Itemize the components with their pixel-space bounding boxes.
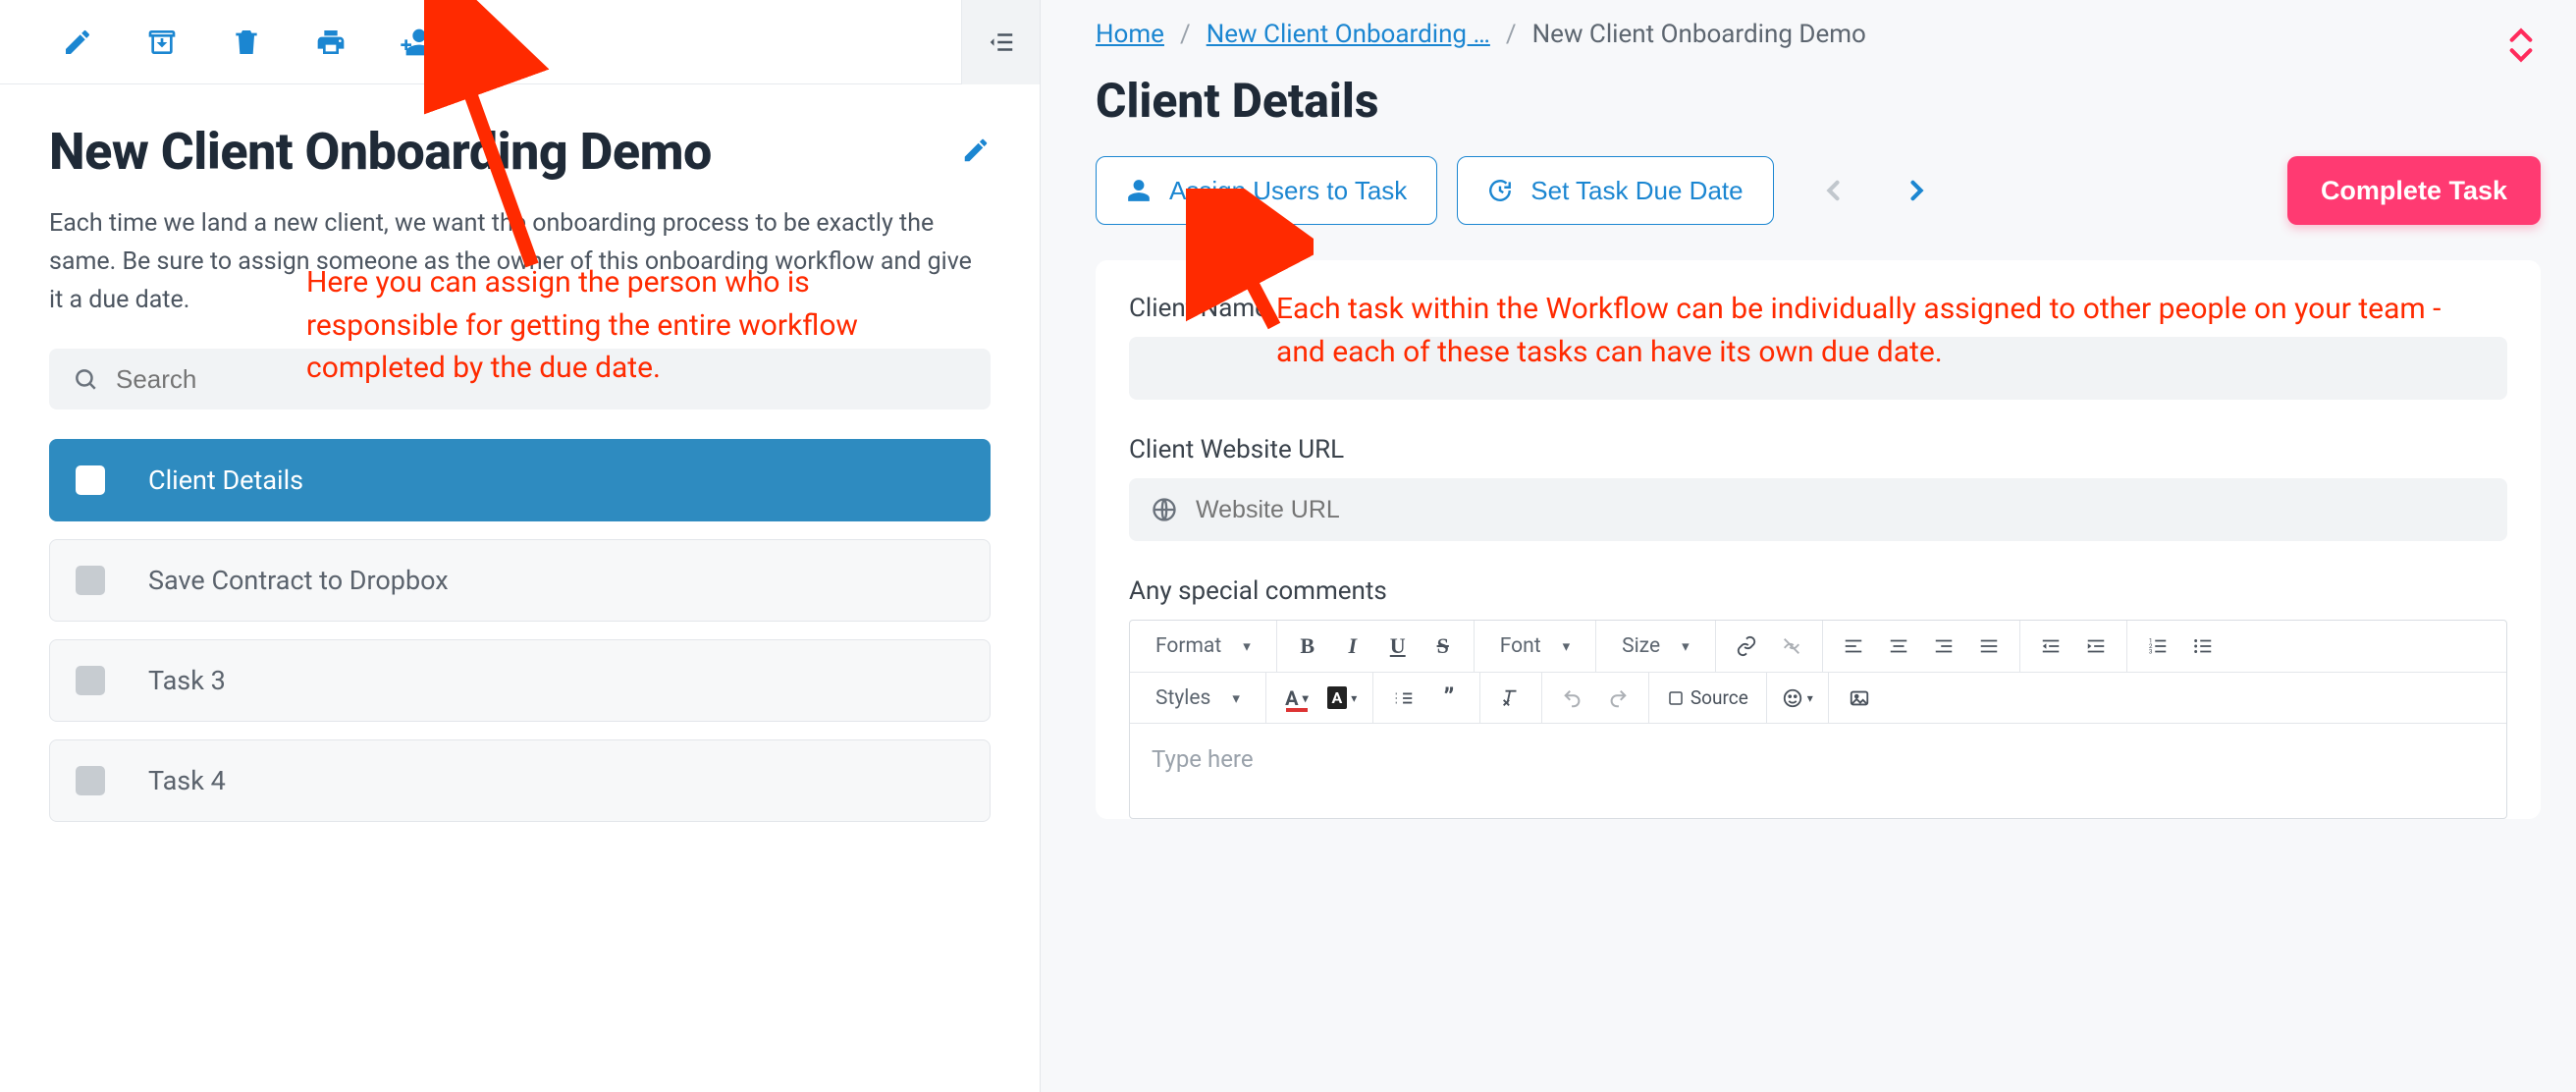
rte-italic-icon[interactable]: I	[1334, 628, 1371, 664]
rte-size-select[interactable]: Size▾	[1608, 634, 1703, 658]
trash-icon[interactable]	[204, 13, 289, 72]
annotation-left: Here you can assign the person who is re…	[306, 261, 954, 390]
rte-undo-icon[interactable]	[1554, 681, 1591, 716]
rte-strike-icon[interactable]: S	[1424, 628, 1462, 664]
complete-task-button[interactable]: Complete Task	[2287, 156, 2541, 225]
rte-blockquote-icon[interactable]: ”	[1430, 681, 1468, 716]
checkbox-icon[interactable]	[76, 766, 105, 795]
client-website-label: Client Website URL	[1129, 435, 2507, 464]
action-row: Assign Users to Task Set Task Due Date C…	[1096, 156, 2541, 225]
rte-format-select[interactable]: Format▾	[1142, 634, 1264, 658]
task-label: Client Details	[148, 464, 303, 496]
rte-align-justify-icon[interactable]	[1970, 628, 2008, 664]
archive-icon[interactable]	[120, 13, 204, 72]
next-task-arrow[interactable]	[1894, 168, 1939, 213]
rte-font-select[interactable]: Font▾	[1486, 634, 1583, 658]
client-website-wrapper[interactable]	[1129, 478, 2507, 541]
client-website-input[interactable]	[1196, 496, 2486, 524]
collapse-left-icon[interactable]	[961, 0, 1040, 84]
rte-hr-icon[interactable]	[1385, 681, 1422, 716]
globe-icon	[1151, 496, 1178, 523]
rte-bold-icon[interactable]: B	[1289, 628, 1326, 664]
edit-title-icon[interactable]	[961, 136, 991, 169]
rte-clear-format-icon[interactable]	[1492, 681, 1530, 716]
rte-redo-icon[interactable]	[1599, 681, 1637, 716]
rte-toolbar: Format▾ B I U S Font▾ Size▾	[1130, 621, 2506, 724]
annotation-right: Each task within the Workflow can be ind…	[1276, 288, 2484, 373]
prev-task-arrow	[1811, 168, 1856, 213]
clock-refresh-icon	[1487, 178, 1513, 203]
rte-emoji-icon[interactable]: ▾	[1779, 681, 1816, 716]
rte-styles-select[interactable]: Styles▾	[1142, 686, 1254, 710]
task-item[interactable]: Client Details	[49, 439, 991, 521]
rte-bg-color-icon[interactable]: A▾	[1323, 681, 1361, 716]
breadcrumb-home[interactable]: Home	[1096, 20, 1164, 49]
rte-unlink-icon[interactable]	[1773, 628, 1810, 664]
set-due-date-button[interactable]: Set Task Due Date	[1457, 156, 1773, 225]
history-icon[interactable]	[457, 13, 542, 72]
rte-link-icon[interactable]	[1728, 628, 1765, 664]
task-item[interactable]: Task 3	[49, 639, 991, 722]
rte-bullet-list-icon[interactable]	[2184, 628, 2222, 664]
rte-align-left-icon[interactable]	[1835, 628, 1872, 664]
rich-text-editor: Format▾ B I U S Font▾ Size▾	[1129, 620, 2507, 819]
rte-align-right-icon[interactable]	[1925, 628, 1962, 664]
rte-underline-icon[interactable]: U	[1379, 628, 1417, 664]
right-pane: Home / New Client Onboarding … / New Cli…	[1041, 0, 2576, 1092]
task-label: Task 3	[148, 665, 226, 696]
rte-source-button[interactable]: Source	[1661, 686, 1754, 709]
section-title: Client Details	[1096, 73, 2541, 129]
rte-outdent-icon[interactable]	[2032, 628, 2069, 664]
user-icon	[1126, 178, 1152, 203]
rte-image-icon[interactable]	[1841, 681, 1878, 716]
svg-text:3: 3	[2148, 647, 2152, 655]
workflow-title: New Client Onboarding Demo	[49, 122, 712, 182]
checkbox-icon[interactable]	[76, 666, 105, 695]
rte-numbered-list-icon[interactable]: 123	[2139, 628, 2176, 664]
breadcrumb-current: New Client Onboarding Demo	[1532, 20, 1866, 49]
task-list: Client Details Save Contract to Dropbox Ta…	[49, 439, 991, 822]
breadcrumb: Home / New Client Onboarding … / New Cli…	[1096, 20, 2541, 49]
task-label: Task 4	[148, 765, 226, 796]
assign-user-icon[interactable]	[373, 13, 457, 72]
rte-body[interactable]: Type here	[1130, 724, 2506, 818]
search-icon	[73, 366, 98, 392]
rte-text-color-icon[interactable]: A▾	[1278, 681, 1315, 716]
print-icon[interactable]	[289, 13, 373, 72]
collapse-right-icon[interactable]	[2507, 26, 2535, 65]
rte-indent-icon[interactable]	[2077, 628, 2115, 664]
checkbox-icon[interactable]	[76, 465, 105, 495]
comments-label: Any special comments	[1129, 576, 2507, 606]
rte-align-center-icon[interactable]	[1880, 628, 1917, 664]
assign-users-button[interactable]: Assign Users to Task	[1096, 156, 1437, 225]
task-label: Save Contract to Dropbox	[148, 565, 449, 596]
left-toolbar	[0, 0, 1040, 84]
edit-icon[interactable]	[35, 13, 120, 72]
task-item[interactable]: Task 4	[49, 739, 991, 822]
task-item[interactable]: Save Contract to Dropbox	[49, 539, 991, 622]
left-pane: New Client Onboarding Demo Each time we …	[0, 0, 1041, 1092]
checkbox-icon[interactable]	[76, 566, 105, 595]
breadcrumb-template[interactable]: New Client Onboarding …	[1207, 20, 1490, 49]
